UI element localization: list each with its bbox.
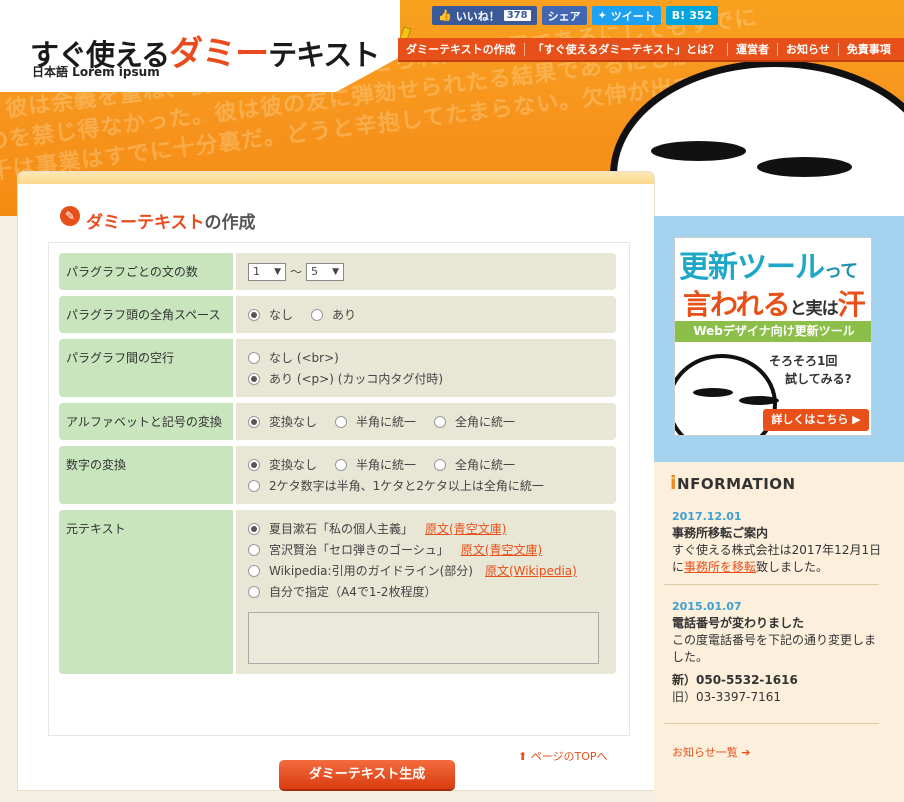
social-buttons: 👍 いいね！ 378 シェア ✦ ツイート B! 352 [432,6,719,25]
radio-button[interactable] [248,415,260,428]
label-number: 数字の変換 [59,446,233,504]
dropdown-arrow-icon: ▼ [274,266,281,277]
nav-news[interactable]: お知らせ [777,42,838,56]
panel-top-border [18,172,654,184]
information-title: iNFORMATION [670,472,796,494]
hatena-count: 352 [689,9,713,22]
radio-button[interactable] [248,458,260,471]
radio-button[interactable] [248,479,260,492]
news-item: 2017.12.01 事務所移転ご案内 すぐ使える株式会社は2017年12月1日… [672,508,884,576]
chevron-right-icon: ▶ [852,413,861,426]
divider [664,584,879,585]
sentences-from-select[interactable]: 1 ▼ [248,262,286,281]
source-link-aozora-soseki[interactable]: 原文(青空文庫) [425,520,506,537]
option-alphabet-full[interactable]: 全角に統一 [434,413,515,430]
option-source-wikipedia[interactable]: Wikipedia:引用のガイドライン(部分) 原文(Wikipedia) [248,560,604,581]
news-date: 2015.01.07 [672,600,742,613]
update-tool-banner-ad[interactable]: 更新ツールって 言われると実は汗 Webデザイナ向け更新ツール そろそろ1回 試… [674,237,872,436]
option-alphabet-half[interactable]: 半角に統一 [335,413,416,430]
news-date: 2017.12.01 [672,510,742,523]
option-blankline-br[interactable]: なし (<br>) [248,347,604,368]
radio-button[interactable] [248,543,260,556]
option-number-none[interactable]: 変換なし [248,456,317,473]
radio-button[interactable] [335,415,348,428]
label-blankline: パラグラフ間の空行 [59,339,233,397]
option-number-mixed[interactable]: 2ケタ数字は半角、1ケタと2ケタ以上は全角に統一 [248,475,604,496]
site-subtitle: 日本語 Lorem ipsum [32,65,160,79]
arrow-right-circle-icon: ➔ [741,746,751,759]
row-number: 数字の変換 変換なし 半角に統一 全角に統一 2ケタ数字は半角、1ケタと2ケタ以… [59,446,616,504]
generator-form: パラグラフごとの文の数 1 ▼ 〜 5 ▼ パラグラフ頭の全角スペース なし あり … [48,242,630,789]
row-alphabet: アルファベットと記号の変換 変換なし 半角に統一 全角に統一 [59,403,616,440]
option-indent-yes[interactable]: あり [311,306,356,323]
page-top-link[interactable]: ⬆ ページのTOPへ [518,748,608,764]
generate-button[interactable]: ダミーテキスト生成 [279,760,455,789]
option-source-soseki[interactable]: 夏目漱石「私の個人主義」 原文(青空文庫) [248,518,604,539]
mascot-face-illustration [675,354,779,435]
radio-button[interactable] [248,372,260,385]
tweet-button[interactable]: ✦ ツイート [591,6,661,25]
option-indent-none[interactable]: なし [248,306,293,323]
ad-details-button[interactable]: 詳しくはこちら ▶ [763,409,869,431]
row-indent: パラグラフ頭の全角スペース なし あり [59,296,616,333]
radio-button[interactable] [248,564,260,577]
option-blankline-p[interactable]: あり (<p>) (カッコ内タグ付時) [248,368,604,389]
radio-button[interactable] [434,415,447,428]
nav-about[interactable]: 「すぐ使えるダミーテキスト」とは？ [523,42,727,56]
bird-icon: ✦ [597,9,607,22]
mascot-right-eye [757,157,852,177]
radio-button[interactable] [311,308,324,321]
hatena-bookmark-button[interactable]: B! 352 [665,6,719,25]
news-item: 2015.01.07 電話番号が変わりました この度電話番号を下記の通り変更しま… [672,598,884,706]
custom-text-area[interactable] [248,612,599,664]
mascot-left-eye [651,141,746,161]
row-source: 元テキスト 夏目漱石「私の個人主義」 原文(青空文庫) 宮沢賢治「セロ弾きのゴーシ… [59,510,616,674]
news-title: 電話番号が変わりました [672,616,805,630]
source-link-aozora-kenji[interactable]: 原文(青空文庫) [461,541,542,558]
office-move-link[interactable]: 事務所を移転 [684,560,756,574]
radio-button[interactable] [248,351,260,364]
label-indent: パラグラフ頭の全角スペース [59,296,233,333]
option-source-custom[interactable]: 自分で指定（A4で1-2枚程度） [248,581,604,602]
option-alphabet-none[interactable]: 変換なし [248,413,317,430]
nav-operator[interactable]: 運営者 [727,42,777,56]
arrow-up-circle-icon: ⬆ [518,750,528,763]
facebook-share-button[interactable]: シェア [541,6,587,25]
main-nav: ダミーテキストの作成 「すぐ使えるダミーテキスト」とは？ 運営者 お知らせ 免責… [398,38,904,62]
nav-disclaimer[interactable]: 免責事項 [837,42,899,56]
label-source: 元テキスト [59,510,233,674]
pencil-circle-icon: ✎ [60,206,80,226]
new-phone: 新）050-5532-1616 [672,673,798,687]
dropdown-arrow-icon: ▼ [332,266,340,277]
old-phone: 旧）03-3397-7161 [672,690,782,704]
like-count: 378 [503,10,531,21]
option-source-kenji[interactable]: 宮沢賢治「セロ弾きのゴーシュ」 原文(青空文庫) [248,539,604,560]
label-sentences: パラグラフごとの文の数 [59,253,233,290]
option-number-full[interactable]: 全角に統一 [434,456,515,473]
radio-button[interactable] [248,522,260,535]
facebook-like-button[interactable]: 👍 いいね！ 378 [432,6,537,25]
page-title: ダミーテキストの作成 [86,213,256,233]
information-box: iNFORMATION 2017.12.01 事務所移転ご案内 すぐ使える株式会… [654,462,904,802]
sentences-to-select[interactable]: 5 ▼ [306,262,345,281]
news-title: 事務所移転ご案内 [672,526,769,540]
thumbs-up-icon: 👍 [438,9,452,22]
radio-button[interactable] [335,458,348,471]
nav-create-dummy-text[interactable]: ダミーテキストの作成 [398,43,524,56]
main-panel: ✎ ダミーテキストの作成 パラグラフごとの文の数 1 ▼ 〜 5 ▼ パラグラフ頭の… [18,172,654,790]
row-blankline: パラグラフ間の空行 なし (<br>) あり (<p>) (カッコ内タグ付時) [59,339,616,397]
news-list-link[interactable]: お知らせ一覧 ➔ [672,744,751,760]
radio-button[interactable] [434,458,447,471]
option-number-half[interactable]: 半角に統一 [335,456,416,473]
divider [664,723,879,724]
source-link-wikipedia[interactable]: 原文(Wikipedia) [485,562,577,579]
row-sentences: パラグラフごとの文の数 1 ▼ 〜 5 ▼ [59,253,616,290]
radio-button[interactable] [248,308,260,321]
label-alphabet: アルファベットと記号の変換 [59,403,233,440]
logo-area[interactable]: すぐ使えるダミーテキスト 日本語 Lorem ipsum [0,0,400,92]
radio-button[interactable] [248,585,260,598]
